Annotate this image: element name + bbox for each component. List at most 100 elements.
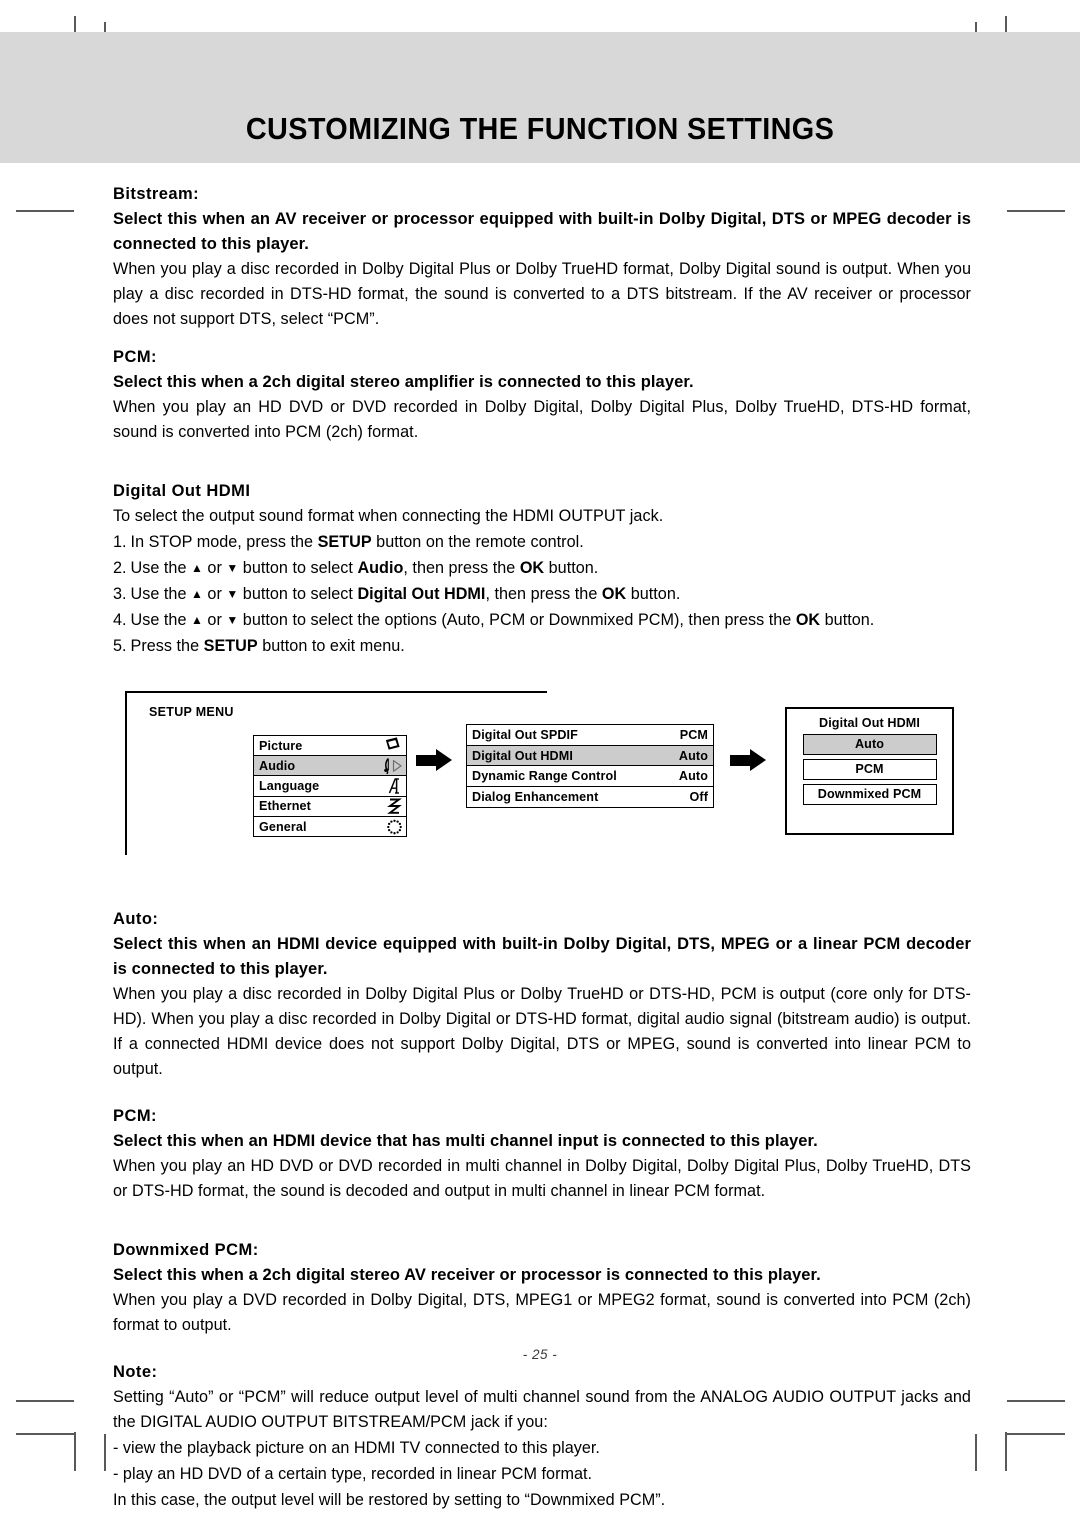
crop-mark-bottom-left-horizontal xyxy=(16,1433,75,1435)
setup-menu-item-picture[interactable]: Picture xyxy=(253,735,407,757)
step-number: 1. xyxy=(113,533,127,551)
note-body: Setting “Auto” or “PCM” will reduce outp… xyxy=(113,1388,971,1431)
instruction-step: 4. Use the ▲ or ▼ button to select the op… xyxy=(113,607,971,633)
setup-menu-item-general[interactable]: General xyxy=(253,815,407,838)
setup-menu-diagram: SETUP MENU Picture Audio Language Ethernet G… xyxy=(113,685,971,863)
digital-out-hdmi-steps: 1. In STOP mode, press the SETUP button o… xyxy=(113,529,971,659)
dotted-circle-icon xyxy=(362,817,406,837)
audio-setting-label: Digital Out HDMI xyxy=(472,748,573,763)
section-bitstream: Bitstream: Select this when an AV receiv… xyxy=(113,182,971,332)
digital-out-hdmi-heading: Digital Out HDMI xyxy=(113,482,251,500)
crop-mark-bottom-right-inner-vertical xyxy=(975,1434,977,1471)
audio-setting-label: Dialog Enhancement xyxy=(472,790,599,805)
step-number: 3. xyxy=(113,585,127,603)
audio-setting-value: Auto xyxy=(678,769,708,784)
crop-mark-bottom-left-vertical xyxy=(74,1432,76,1471)
letter-a-icon xyxy=(362,776,406,796)
setup-menu-item-audio[interactable]: Audio xyxy=(253,755,407,777)
audio-setting-label: Digital Out SPDIF xyxy=(472,728,578,742)
setup-menu-item-label: Audio xyxy=(259,758,296,773)
note-bullet: - view the playback picture on an HDMI T… xyxy=(113,1439,600,1457)
crop-mark-bottom-left-inner-vertical xyxy=(104,1434,106,1471)
audio-setting-label: Dynamic Range Control xyxy=(472,769,617,784)
section-note: Note: Setting “Auto” or “PCM” will reduc… xyxy=(113,1360,971,1513)
section-pcm-hdmi: PCM: Select this when an HDMI device tha… xyxy=(113,1104,971,1204)
pcm-hdmi-heading: PCM: xyxy=(113,1107,157,1125)
digital-out-hdmi-body: To select the output sound format when c… xyxy=(113,507,664,525)
step-text: Use the ▲ or ▼ button to select Digital … xyxy=(130,585,681,603)
setup-menu-item-label: Ethernet xyxy=(259,799,311,814)
hdmi-option-downmixed-pcm[interactable]: Downmixed PCM xyxy=(802,784,937,805)
bitstream-body: When you play a disc recorded in Dolby D… xyxy=(113,260,971,328)
setup-menu-item-label: Picture xyxy=(259,738,303,753)
pcm-spdif-heading: PCM: xyxy=(113,348,157,366)
step-text: Press the SETUP button to exit menu. xyxy=(130,637,405,655)
crop-mark-bottom-right-horizontal xyxy=(1006,1433,1065,1435)
note-bullets: - view the playback picture on an HDMI T… xyxy=(113,1435,971,1487)
audio-setting-row[interactable]: Dynamic Range Control Auto xyxy=(466,765,714,788)
document-body: Bitstream: Select this when an AV receiv… xyxy=(113,182,971,1513)
step-number: 5. xyxy=(113,637,127,655)
crop-mark-bottom-left-inner-horizontal xyxy=(16,1400,74,1402)
setup-menu-item-label: General xyxy=(259,819,307,834)
note-heading: Note: xyxy=(113,1363,158,1381)
diamond-icon xyxy=(362,736,406,756)
section-digital-out-hdmi: Digital Out HDMI To select the output so… xyxy=(113,479,971,659)
pcm-spdif-body: When you play an HD DVD or DVD recorded … xyxy=(113,398,971,441)
section-downmixed-pcm: Downmixed PCM: Select this when a 2ch di… xyxy=(113,1238,971,1338)
audio-setting-value: Off xyxy=(689,790,708,805)
downmixed-pcm-body: When you play a DVD recorded in Dolby Di… xyxy=(113,1291,971,1334)
auto-lead: Select this when an HDMI device equipped… xyxy=(113,935,971,978)
audio-settings-list[interactable]: Digital Out SPDIF PCM Digital Out HDMI Auto… xyxy=(466,724,714,809)
music-note-icon xyxy=(362,756,406,776)
audio-setting-value: Auto xyxy=(678,748,708,763)
downmixed-pcm-lead: Select this when a 2ch digital stereo AV… xyxy=(113,1266,821,1284)
instruction-step: 5. Press the SETUP button to exit menu. xyxy=(113,633,971,659)
audio-setting-row[interactable]: Digital Out SPDIF PCM xyxy=(466,724,714,746)
flow-arrow-1-icon xyxy=(416,749,452,772)
setup-menu-item-language[interactable]: Language xyxy=(253,775,407,797)
instruction-step: 2. Use the ▲ or ▼ button to select Audio,… xyxy=(113,555,971,581)
hdmi-option-pcm[interactable]: PCM xyxy=(802,759,937,780)
crop-mark-top-right-inner-horizontal xyxy=(1007,210,1065,212)
setup-menu-label: SETUP MENU xyxy=(149,705,234,719)
section-pcm-spdif: PCM: Select this when a 2ch digital ster… xyxy=(113,345,971,445)
section-auto: Auto: Select this when an HDMI device eq… xyxy=(113,907,971,1082)
hdmi-box-title: Digital Out HDMI xyxy=(819,716,920,730)
note-closing: In this case, the output level will be r… xyxy=(113,1491,666,1509)
crop-mark-top-left-inner-horizontal xyxy=(16,210,74,212)
setup-menu-item-label: Language xyxy=(259,779,320,794)
hdmi-option-auto[interactable]: Auto xyxy=(802,734,937,755)
step-text: Use the ▲ or ▼ button to select Audio, t… xyxy=(130,559,599,577)
audio-setting-row[interactable]: Digital Out HDMI Auto xyxy=(466,744,714,767)
setup-menu-item-ethernet[interactable]: Ethernet xyxy=(253,795,407,818)
step-text: Use the ▲ or ▼ button to select the opti… xyxy=(130,611,875,629)
audio-setting-row[interactable]: Dialog Enhancement Off xyxy=(466,786,714,809)
auto-heading: Auto: xyxy=(113,910,159,928)
auto-body: When you play a disc recorded in Dolby D… xyxy=(113,985,971,1078)
flow-arrow-2-icon xyxy=(730,749,766,772)
hdmi-options-list[interactable]: Auto PCM Downmixed PCM xyxy=(787,734,952,805)
digital-out-hdmi-option-box[interactable]: Digital Out HDMI Auto PCM Downmixed PCM xyxy=(785,707,954,835)
setup-menu-list[interactable]: Picture Audio Language Ethernet General xyxy=(253,735,407,838)
crop-mark-bottom-right-vertical xyxy=(1005,1432,1007,1471)
pcm-spdif-lead: Select this when a 2ch digital stereo am… xyxy=(113,373,694,391)
audio-setting-value: PCM xyxy=(679,728,708,742)
network-zigzag-icon xyxy=(362,797,406,817)
instruction-step: 3. Use the ▲ or ▼ button to select Digita… xyxy=(113,581,971,607)
step-text: In STOP mode, press the SETUP button on … xyxy=(130,533,584,551)
downmixed-pcm-heading: Downmixed PCM: xyxy=(113,1241,259,1259)
page-number: - 25 - xyxy=(522,1347,558,1362)
page-title: CUSTOMIZING THE FUNCTION SETTINGS xyxy=(245,111,835,146)
step-number: 4. xyxy=(113,611,127,629)
crop-mark-bottom-right-inner-horizontal xyxy=(1007,1400,1065,1402)
instruction-step: 1. In STOP mode, press the SETUP button o… xyxy=(113,529,971,555)
note-bullet: - play an HD DVD of a certain type, reco… xyxy=(113,1465,593,1483)
bitstream-heading: Bitstream: xyxy=(113,185,200,203)
pcm-hdmi-lead: Select this when an HDMI device that has… xyxy=(113,1132,818,1150)
